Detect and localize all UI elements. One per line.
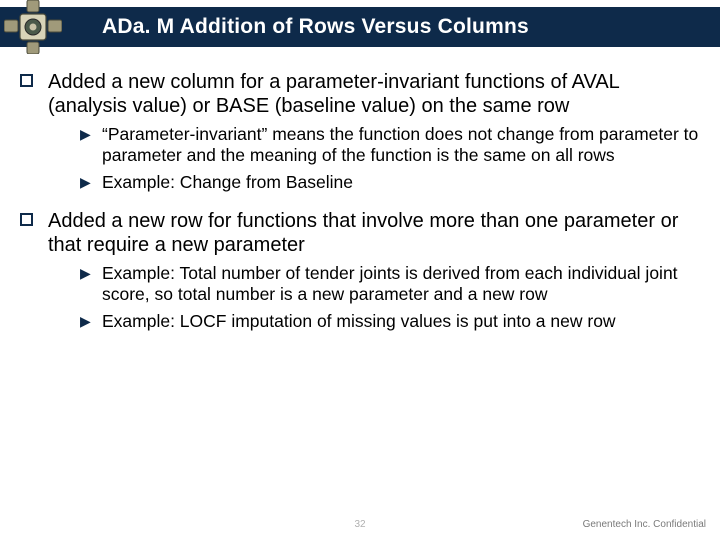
bullet-level1: Added a new row for functions that invol… [20,209,700,257]
bullet-text: Example: Change from Baseline [102,172,700,193]
bullet-text: Added a new column for a parameter-invar… [48,70,700,118]
confidential-label: Genentech Inc. Confidential [583,519,706,530]
arrow-bullet-icon: ▶ [80,263,102,305]
slide-title: ADa. M Addition of Rows Versus Columns [102,15,529,39]
bullet-level2: ▶ Example: Change from Baseline [80,172,700,193]
bullet-level2: ▶ “Parameter-invariant” means the functi… [80,124,700,166]
bullet-text: Example: LOCF imputation of missing valu… [102,311,700,332]
bullet-text: Added a new row for functions that invol… [48,209,700,257]
logo-icon [4,0,62,54]
square-bullet-icon [20,70,48,118]
arrow-bullet-icon: ▶ [80,124,102,166]
bullet-level1: Added a new column for a parameter-invar… [20,70,700,118]
bullet-text: “Parameter-invariant” means the function… [102,124,700,166]
arrow-bullet-icon: ▶ [80,172,102,193]
bullet-text: Example: Total number of tender joints i… [102,263,700,305]
slide-header-bar: ADa. M Addition of Rows Versus Columns [0,7,720,47]
bullet-level2: ▶ Example: LOCF imputation of missing va… [80,311,700,332]
bullet-level2: ▶ Example: Total number of tender joints… [80,263,700,305]
slide-content: Added a new column for a parameter-invar… [20,60,700,332]
square-bullet-icon [20,209,48,257]
arrow-bullet-icon: ▶ [80,311,102,332]
